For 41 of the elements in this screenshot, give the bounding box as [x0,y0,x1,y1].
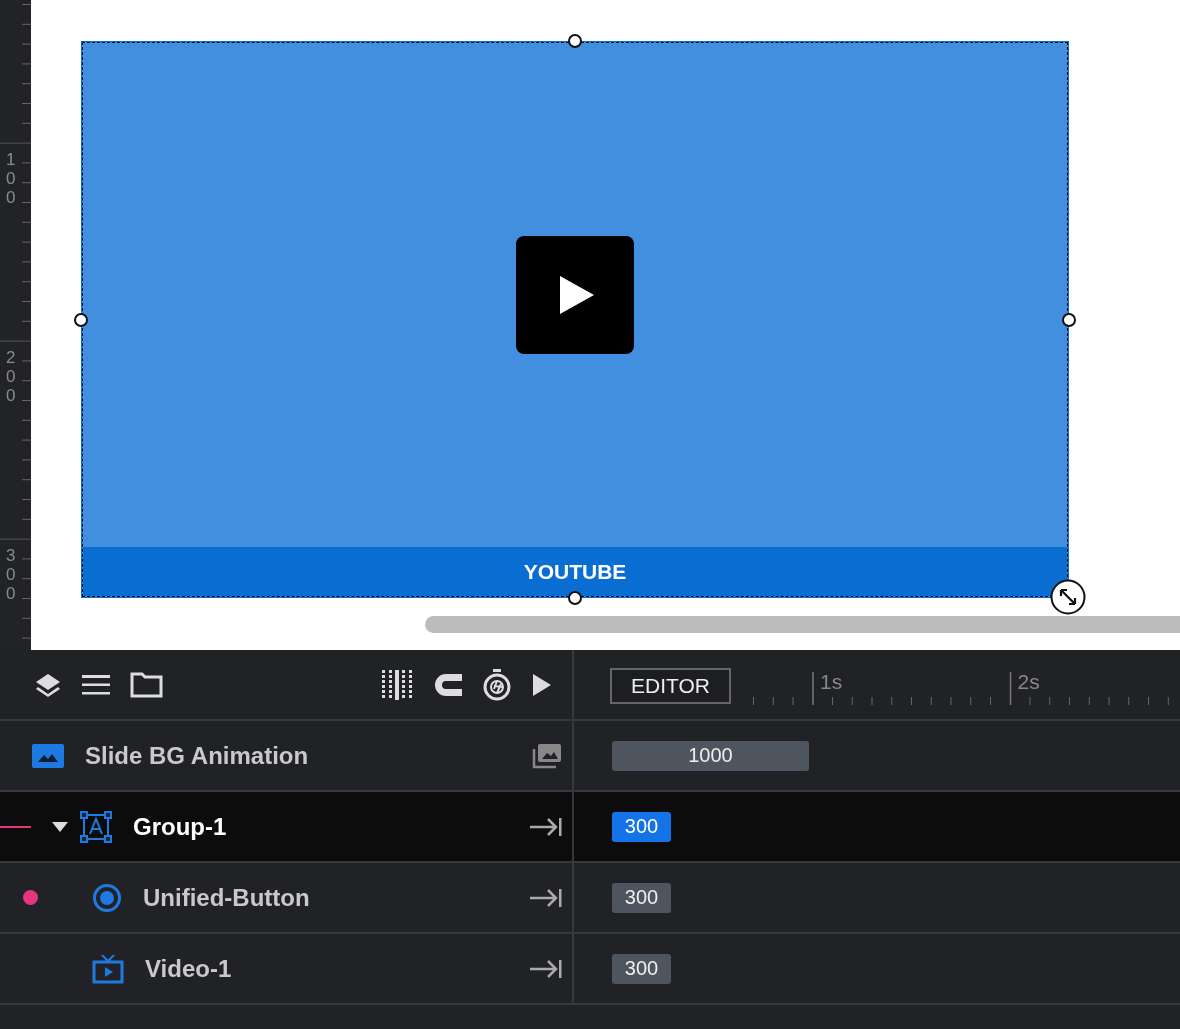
layer-row[interactable]: Group-1 300 [0,792,1180,863]
align-end-icon[interactable] [530,958,562,979]
layer-name: Group-1 [133,812,227,841]
time-label: 2s [1017,670,1040,694]
duration-bar[interactable]: 300 [612,882,671,913]
editor-button[interactable]: EDITOR [610,668,731,704]
resize-handle[interactable] [568,591,582,605]
caret-icon[interactable] [52,821,68,832]
layer-name: Video-1 [145,954,232,983]
video-caption: YOUTUBE [83,547,1067,596]
folder-icon[interactable] [130,671,163,698]
layer-row[interactable]: Unified-Button 300 [0,863,1180,934]
layer-name: Unified-Button [143,883,310,912]
duration-bar[interactable]: 300 [612,953,671,984]
resize-handle[interactable] [74,312,88,327]
time-label: 1s [820,670,843,694]
stopwatch-icon[interactable] [482,668,512,701]
target-icon [92,882,122,913]
scrollbar[interactable] [425,616,1180,633]
duration-bar[interactable]: 300 [612,811,671,842]
video-element[interactable]: YOUTUBE [82,42,1068,597]
group-icon [80,810,112,843]
align-end-icon[interactable] [530,887,562,908]
layer-row[interactable]: Video-1 300 [0,934,1180,1005]
gallery-icon[interactable] [532,742,562,769]
ruler-label: 300 [6,546,17,603]
layer-name: Slide BG Animation [85,741,309,770]
duration-bar[interactable]: 1000 [612,740,809,771]
image-icon [32,743,64,768]
ruler-label: 100 [6,150,17,207]
resize-icon[interactable] [1050,579,1086,615]
layer-row[interactable]: Slide BG Animation 1000 [0,721,1180,792]
play-icon[interactable] [516,236,634,354]
align-end-icon[interactable] [530,816,562,837]
list-icon[interactable] [82,673,110,696]
play-icon[interactable] [532,672,552,697]
resize-handle[interactable] [568,34,582,48]
magnet-icon[interactable] [432,671,462,698]
ruler-label: 200 [6,348,17,405]
tv-icon [92,953,124,984]
dotted-grid-icon[interactable] [382,669,412,700]
